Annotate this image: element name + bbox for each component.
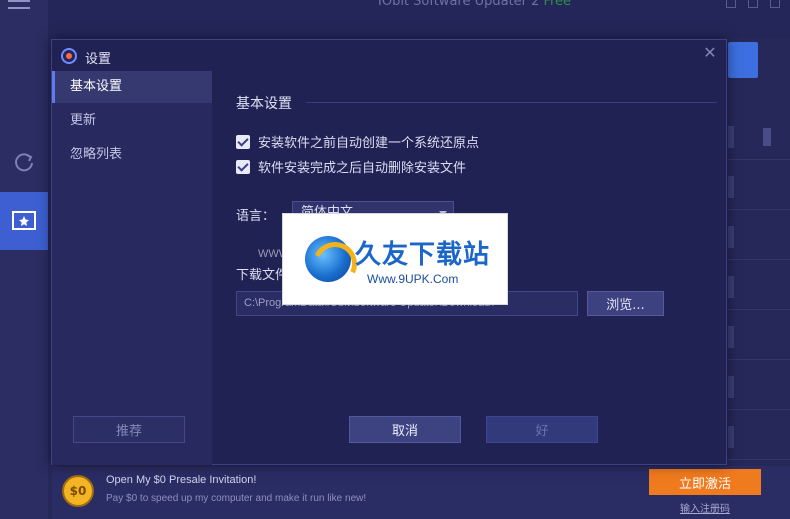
window-controls [726, 0, 780, 8]
watermark-logo-icon [305, 236, 351, 282]
cancel-button[interactable]: 取消 [349, 416, 461, 443]
section-title: 基本设置 [236, 96, 292, 112]
recommend-button[interactable]: 推荐 [73, 416, 185, 443]
list-item [728, 360, 790, 410]
update-all-button[interactable] [728, 42, 758, 78]
sidebar-item-general[interactable]: 基本设置 [52, 71, 212, 103]
list-item [728, 210, 790, 260]
sidebar-item-ignore-list[interactable]: 忽略列表 [52, 139, 212, 171]
minimize-icon[interactable] [726, 0, 736, 8]
sidebar-item-action-center[interactable] [0, 192, 48, 250]
promo-subtitle: Pay $0 to speed up my computer and make … [106, 493, 367, 504]
watermark-site-name: 久友下载站 [355, 240, 491, 270]
settings-sidebar: 基本设置 更新 忽略列表 推荐 [52, 71, 212, 465]
dialog-title: 设置 [85, 52, 112, 67]
delete-installer-checkbox[interactable] [236, 159, 250, 174]
app-title: IObit Software Updater 2 Free [378, 0, 572, 9]
dialog-titlebar: 设置 ✕ [52, 40, 726, 71]
promo-title[interactable]: Open My $0 Presale Invitation! [106, 474, 256, 486]
list-item [728, 110, 790, 160]
star-screen-icon [12, 211, 36, 230]
list-item [728, 260, 790, 310]
restore-point-checkbox[interactable] [236, 134, 250, 149]
close-icon[interactable]: ✕ [700, 43, 720, 63]
restore-point-option[interactable]: 安装软件之前自动创建一个系统还原点 [236, 132, 479, 151]
activate-button[interactable]: 立即激活 [649, 469, 761, 495]
sidebar-item-update[interactable] [0, 134, 48, 190]
list-item [728, 160, 790, 210]
browse-button[interactable]: 浏览... [587, 291, 664, 316]
list-scrollbar[interactable] [763, 128, 771, 146]
menu-icon[interactable] [8, 0, 30, 16]
restore-point-label: 安装软件之前自动创建一个系统还原点 [258, 136, 480, 151]
software-list [728, 110, 790, 460]
app-sidebar [0, 0, 48, 519]
section-divider [306, 102, 717, 103]
language-label: 语言： [236, 209, 276, 224]
register-code-link[interactable]: 输入注册码 [649, 500, 761, 515]
app-window: IObit Software Updater 2 Free $0 Open My … [0, 0, 790, 519]
sidebar-item-update[interactable]: 更新 [52, 105, 212, 137]
coin-icon: $0 [62, 475, 94, 507]
ok-button[interactable]: 好 [486, 416, 598, 443]
delete-installer-label: 软件安装完成之后自动删除安装文件 [258, 161, 467, 176]
maximize-icon[interactable] [748, 0, 758, 8]
promo-bar: $0 Open My $0 Presale Invitation! Pay $0… [52, 466, 790, 519]
close-window-icon[interactable] [770, 0, 780, 8]
list-item [728, 410, 790, 460]
watermark-url: Www.9UPK.Com [367, 272, 459, 286]
refresh-icon [15, 153, 33, 172]
watermark-overlay: 久友下载站 Www.9UPK.Com [282, 213, 508, 305]
list-item [728, 310, 790, 360]
app-titlebar: IObit Software Updater 2 Free [48, 0, 790, 38]
iobit-logo-icon [61, 48, 77, 64]
delete-installer-option[interactable]: 软件安装完成之后自动删除安装文件 [236, 157, 466, 176]
